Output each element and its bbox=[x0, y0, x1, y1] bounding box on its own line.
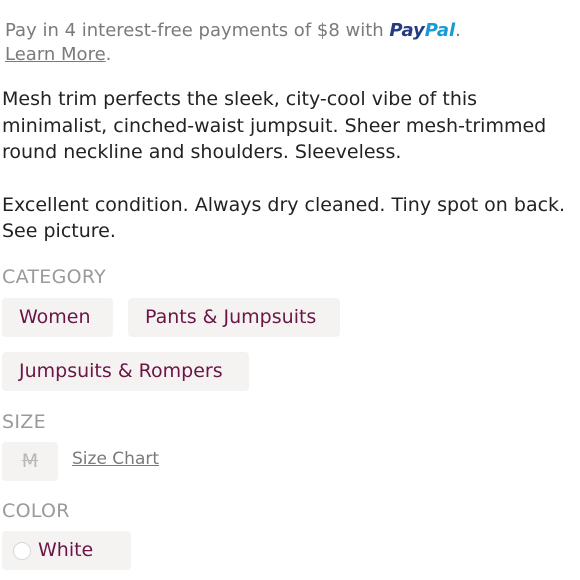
description-paragraph: Mesh trim perfects the sleek, city-cool … bbox=[2, 88, 547, 163]
color-chip-white[interactable]: White bbox=[2, 531, 131, 570]
category-chip-jumpsuits-rompers[interactable]: Jumpsuits & Rompers bbox=[2, 352, 249, 391]
category-label: CATEGORY bbox=[2, 266, 107, 288]
paypal-logo-pal: Pal bbox=[424, 20, 456, 41]
category-chip-pants-jumpsuits[interactable]: Pants & Jumpsuits bbox=[128, 298, 340, 337]
size-chip: M bbox=[2, 442, 58, 481]
category-chip-women[interactable]: Women bbox=[2, 298, 113, 337]
size-label: SIZE bbox=[2, 411, 46, 433]
learn-more-line: Learn More. bbox=[5, 43, 111, 67]
paypal-prefix: Pay in 4 interest-free payments of $8 wi… bbox=[5, 20, 390, 41]
learn-more-suffix: . bbox=[105, 44, 112, 65]
color-name: White bbox=[38, 539, 94, 561]
color-label: COLOR bbox=[2, 500, 70, 522]
color-swatch bbox=[13, 542, 31, 560]
paypal-logo: PayPal bbox=[389, 20, 455, 41]
item-description: Mesh trim perfects the sleek, city-cool … bbox=[2, 86, 578, 245]
paypal-installments-text: Pay in 4 interest-free payments of $8 wi… bbox=[5, 19, 461, 43]
learn-more-link[interactable]: Learn More bbox=[5, 44, 106, 65]
size-chart-link[interactable]: Size Chart bbox=[72, 449, 159, 469]
listing-details: Pay in 4 interest-free payments of $8 wi… bbox=[0, 0, 580, 580]
paypal-suffix: . bbox=[455, 20, 461, 41]
paypal-logo-pay: Pay bbox=[389, 20, 425, 41]
description-paragraph: Excellent condition. Always dry cleaned.… bbox=[2, 193, 566, 243]
